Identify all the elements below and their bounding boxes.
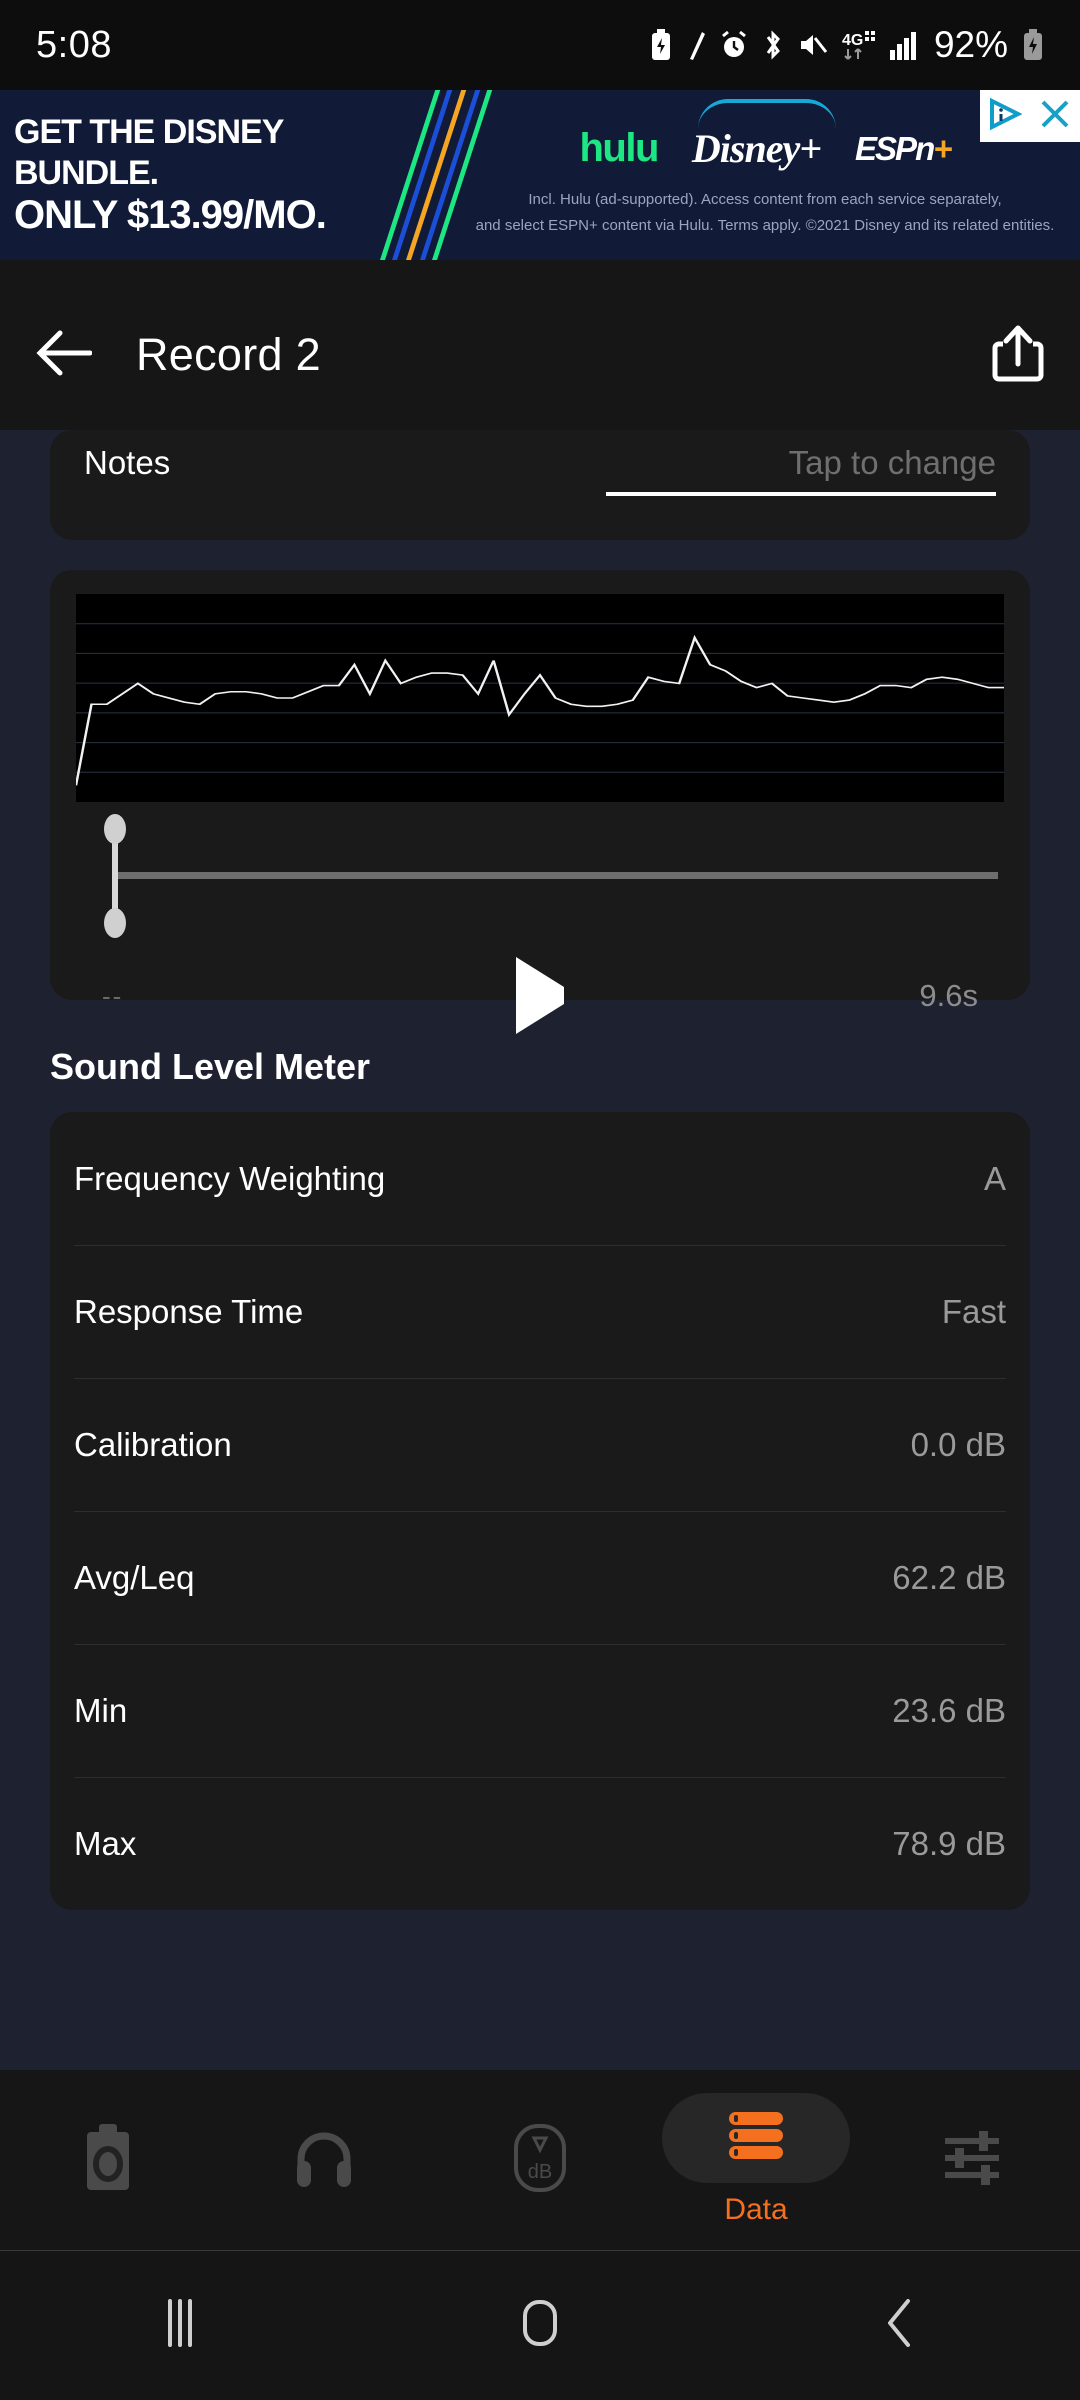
home-icon bbox=[512, 2295, 568, 2356]
phone-screen: 5:08 4G 92% GET THE DISNEY BUNDLE. ONLY … bbox=[0, 0, 1080, 2400]
recents-button[interactable] bbox=[0, 2295, 360, 2356]
sound-level-meter-card: Frequency Weighting A Response Time Fast… bbox=[50, 1112, 1030, 1910]
close-icon bbox=[1038, 97, 1072, 136]
notes-input[interactable]: Tap to change bbox=[789, 444, 996, 482]
nav-item-recorder[interactable] bbox=[0, 2070, 216, 2250]
seek-bar[interactable] bbox=[76, 814, 1004, 938]
waveform-chart[interactable] bbox=[76, 594, 1004, 802]
ad-banner[interactable]: GET THE DISNEY BUNDLE. ONLY $13.99/MO. h… bbox=[0, 90, 1080, 260]
ad-close-button[interactable] bbox=[1030, 90, 1080, 142]
alarm-icon bbox=[720, 30, 748, 60]
system-nav-bar bbox=[0, 2250, 1080, 2400]
notes-label: Notes bbox=[84, 444, 171, 481]
table-row[interactable]: Calibration 0.0 dB bbox=[50, 1378, 1030, 1511]
notes-underline bbox=[606, 492, 996, 496]
espn-wordmark: ESPn bbox=[855, 129, 935, 167]
waveform-card: -- 9.6s bbox=[50, 570, 1030, 1034]
ad-fine-print-line1: Incl. Hulu (ad-supported). Access conten… bbox=[528, 190, 1002, 208]
app-bar: Record 2 bbox=[0, 260, 1080, 450]
hulu-logo: hulu bbox=[579, 126, 659, 170]
nav-active-pill[interactable] bbox=[662, 2093, 850, 2183]
status-bar: 5:08 4G 92% bbox=[0, 0, 1080, 90]
notes-row[interactable]: Notes Tap to change bbox=[50, 430, 1030, 482]
bluetooth-icon bbox=[762, 29, 784, 61]
nav-item-listen[interactable] bbox=[216, 2070, 432, 2250]
chart-line-series bbox=[76, 634, 1004, 786]
row-label: Frequency Weighting bbox=[74, 1159, 386, 1197]
ad-headline: GET THE DISNEY BUNDLE. ONLY $13.99/MO. bbox=[0, 112, 400, 237]
table-row[interactable]: Response Time Fast bbox=[50, 1245, 1030, 1378]
disney-arc-decoration bbox=[697, 99, 836, 129]
battery-charging-icon bbox=[1022, 29, 1044, 61]
recents-icon bbox=[154, 2295, 206, 2356]
row-label: Max bbox=[74, 1824, 137, 1862]
row-label: Avg/Leq bbox=[74, 1558, 195, 1596]
disney-plus-sign: + bbox=[799, 126, 822, 171]
nav-item-settings[interactable] bbox=[864, 2070, 1080, 2250]
row-value: 62.2 dB bbox=[892, 1558, 1006, 1596]
svg-text:dB: dB bbox=[528, 2161, 552, 2183]
nav-item-data-label: Data bbox=[724, 2193, 788, 2226]
table-row[interactable]: Avg/Leq 62.2 dB bbox=[50, 1511, 1030, 1644]
notes-card[interactable]: Notes Tap to change bbox=[50, 430, 1030, 540]
status-time: 5:08 bbox=[36, 23, 112, 66]
back-button[interactable] bbox=[720, 2295, 1080, 2356]
row-label: Min bbox=[74, 1691, 128, 1729]
page-title: Record 2 bbox=[136, 329, 321, 380]
share-icon[interactable] bbox=[992, 324, 1044, 387]
espn-plus-logo: ESPn+ bbox=[855, 129, 953, 168]
camera-recorder-icon bbox=[79, 2120, 137, 2201]
mute-icon bbox=[798, 30, 828, 60]
seek-track[interactable] bbox=[114, 872, 998, 879]
play-icon bbox=[516, 957, 564, 1034]
disney-wordmark: Disney bbox=[691, 126, 800, 171]
play-button[interactable] bbox=[516, 957, 564, 1034]
playhead-dot-top bbox=[104, 814, 126, 844]
row-label: Calibration bbox=[74, 1425, 232, 1463]
nav-item-meter[interactable]: dB bbox=[432, 2070, 648, 2250]
svg-text:4G: 4G bbox=[842, 32, 863, 49]
waveform-svg bbox=[76, 623, 1004, 786]
pencil-icon bbox=[686, 29, 706, 61]
ad-brand-logos: hulu Disney+ ESPn+ bbox=[460, 99, 1070, 185]
playhead-dot-bottom bbox=[104, 908, 126, 938]
table-row[interactable]: Frequency Weighting A bbox=[50, 1112, 1030, 1245]
back-chevron-icon bbox=[876, 2295, 924, 2356]
sliders-icon bbox=[941, 2127, 1003, 2194]
nav-item-data[interactable]: Data bbox=[648, 2070, 864, 2250]
4g-lte-icon: 4G bbox=[842, 29, 876, 61]
battery-saver-icon bbox=[650, 29, 672, 61]
row-value: Fast bbox=[941, 1292, 1006, 1330]
battery-percent-label: 92% bbox=[933, 24, 1008, 65]
ad-headline-line2: ONLY $13.99/MO. bbox=[14, 192, 327, 237]
duration-label: 9.6s bbox=[919, 978, 978, 1013]
main-content: Notes Tap to change -- 9.6s Sound Level … bbox=[0, 430, 1080, 1910]
row-label: Response Time bbox=[74, 1292, 304, 1330]
espn-plus-sign: + bbox=[933, 129, 952, 167]
chart-gridlines bbox=[76, 623, 1004, 773]
elapsed-time-label: -- bbox=[102, 980, 124, 1011]
adchoices-icon bbox=[988, 97, 1023, 136]
ad-fine-print-line2: and select ESPN+ content via Hulu. Terms… bbox=[475, 217, 1055, 234]
ad-controls bbox=[980, 90, 1080, 142]
transport-controls: -- 9.6s bbox=[76, 936, 1004, 1056]
playhead-handle[interactable] bbox=[104, 814, 126, 938]
list-data-icon bbox=[725, 2110, 787, 2167]
row-value: 78.9 dB bbox=[892, 1824, 1006, 1862]
table-row[interactable]: Max 78.9 dB bbox=[50, 1777, 1030, 1910]
db-meter-icon: dB bbox=[511, 2120, 569, 2201]
adchoices-button[interactable] bbox=[980, 90, 1030, 142]
bottom-nav-bar: dB Data bbox=[0, 2070, 1080, 2250]
disney-plus-logo: Disney+ bbox=[691, 99, 836, 172]
signal-bars-icon bbox=[889, 30, 920, 60]
table-row[interactable]: Min 23.6 dB bbox=[50, 1644, 1030, 1777]
home-button[interactable] bbox=[360, 2295, 720, 2356]
back-arrow-icon[interactable] bbox=[36, 329, 93, 382]
row-value: A bbox=[983, 1159, 1006, 1197]
row-value: 23.6 dB bbox=[892, 1691, 1006, 1729]
ad-headline-line1: GET THE DISNEY BUNDLE. bbox=[14, 113, 284, 192]
row-value: 0.0 dB bbox=[910, 1425, 1006, 1463]
headphones-icon bbox=[293, 2127, 355, 2194]
status-icon-group: 4G 92% bbox=[650, 24, 1044, 66]
